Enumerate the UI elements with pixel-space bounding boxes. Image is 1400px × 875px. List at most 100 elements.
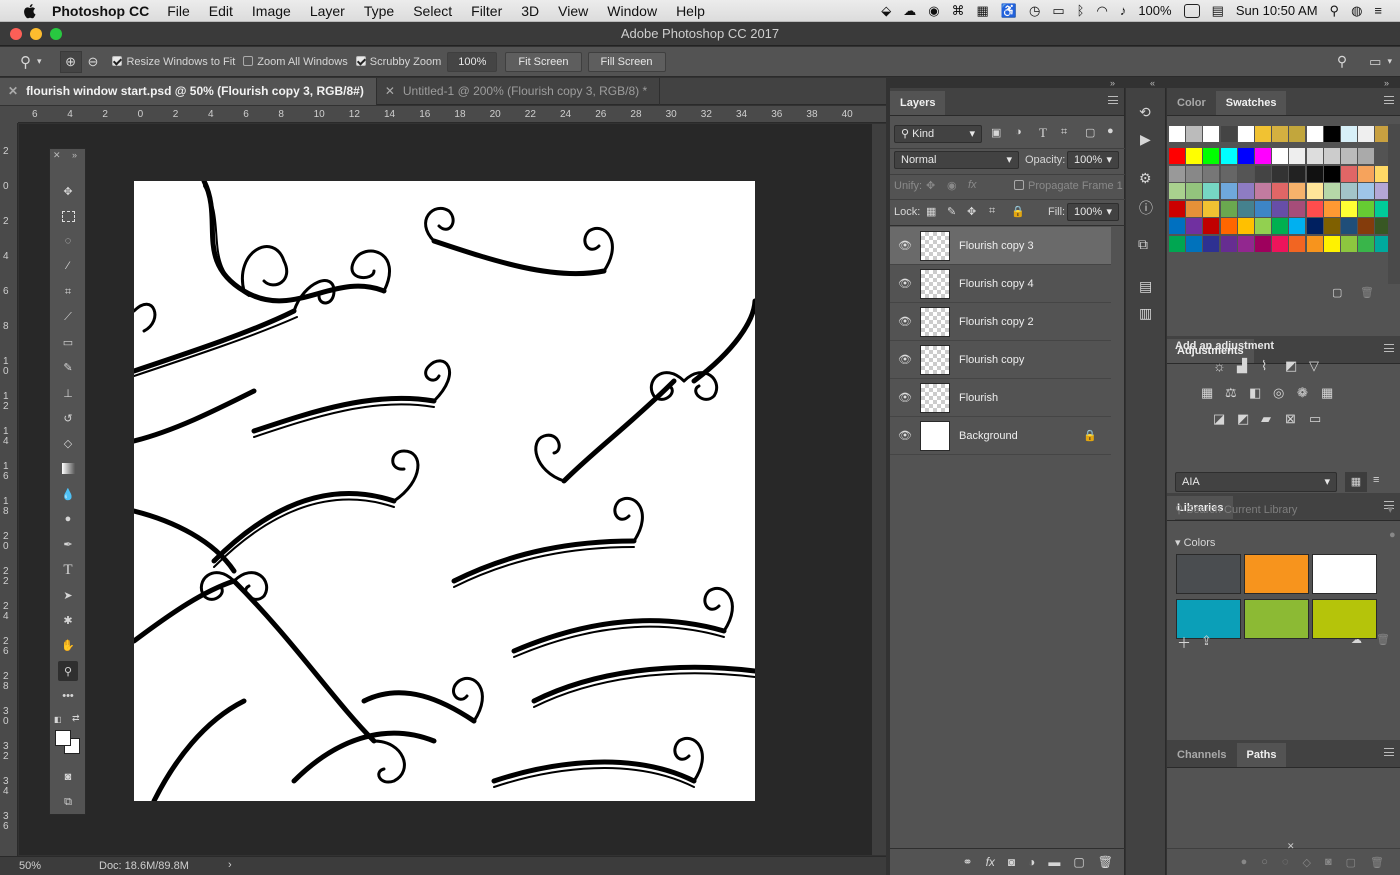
quick-mask-icon[interactable]: ◙ [58, 767, 78, 787]
zoom-all-checkbox[interactable] [243, 55, 254, 66]
layer-row[interactable]: 👁 Background 🔒 [890, 417, 1111, 455]
paragraph-panel-icon[interactable]: ▤ [1139, 278, 1152, 295]
minimize-window-button[interactable] [30, 28, 42, 40]
color-swatch[interactable] [1186, 148, 1203, 164]
invert-icon[interactable]: ◪ [1213, 411, 1225, 427]
layer-name[interactable]: Flourish [959, 392, 998, 404]
color-swatch[interactable] [1220, 126, 1237, 142]
filter-type-icon[interactable]: T [1039, 125, 1047, 141]
history-brush-tool-icon[interactable]: ↺ [58, 408, 78, 428]
move-tool-icon[interactable]: ✥ [58, 181, 78, 201]
custom-shape-tool-icon[interactable]: ✱ [58, 610, 78, 630]
paths-close-icon[interactable]: ✕ [1287, 841, 1295, 852]
color-swatch[interactable] [1169, 148, 1185, 164]
color-swatch[interactable] [1272, 218, 1289, 234]
delete-library-item-icon[interactable]: 🗑 [1376, 633, 1390, 646]
color-swatch[interactable] [1341, 200, 1357, 217]
color-swatch[interactable] [1203, 200, 1220, 217]
workspace-icon[interactable]: ▭ [1369, 54, 1381, 70]
workspace-chevron-icon[interactable]: ▾ [1387, 56, 1392, 67]
new-group-icon[interactable]: ▬ [1048, 855, 1060, 869]
new-layer-icon[interactable]: ▢ [1073, 855, 1084, 869]
menu-filter[interactable]: Filter [471, 3, 502, 19]
screen-mode-icon[interactable]: ⧉ [58, 792, 78, 812]
zoom-tool-preset-icon[interactable]: ⚲ [20, 53, 31, 71]
toolbox-collapse-icon[interactable]: » [72, 150, 77, 160]
color-swatch[interactable] [1220, 218, 1237, 234]
blend-mode-select[interactable]: Normal ▾ [894, 151, 1019, 169]
list-view-icon[interactable]: ≡ [1373, 474, 1379, 486]
battery-icon[interactable] [1183, 3, 1200, 18]
layer-row[interactable]: 👁 Flourish copy 2 [890, 303, 1111, 341]
fill-field[interactable]: 100% ▾ [1067, 203, 1119, 221]
color-swatch[interactable] [1306, 183, 1323, 199]
menu-3d[interactable]: 3D [521, 3, 539, 19]
unify-visibility-icon[interactable]: ◉ [947, 179, 957, 192]
color-swatch[interactable] [1169, 235, 1185, 252]
layer-name[interactable]: Flourish copy 3 [959, 240, 1034, 252]
color-swatch[interactable] [1289, 235, 1306, 252]
eraser-tool-icon[interactable]: ◇ [58, 433, 78, 453]
color-swatch[interactable] [1289, 218, 1306, 234]
accessibility-icon[interactable]: ♿ [1001, 3, 1017, 19]
magic-wand-tool-icon[interactable]: ⁄ [58, 256, 78, 276]
color-swatch[interactable] [1272, 200, 1289, 217]
vibrance-icon[interactable]: ▽ [1309, 358, 1319, 374]
color-swatch[interactable] [1169, 126, 1185, 142]
color-swatch[interactable] [1323, 126, 1340, 142]
zoom-value-field[interactable]: 100% [447, 51, 498, 72]
ruler-corner[interactable] [0, 106, 18, 123]
color-swatch[interactable] [1220, 183, 1237, 199]
airplay-icon[interactable]: ▭ [1052, 3, 1064, 19]
actions-panel-icon[interactable]: ▶ [1140, 131, 1151, 148]
menu-view[interactable]: View [558, 3, 588, 19]
path-selection-tool-icon[interactable]: ➤ [58, 585, 78, 605]
unify-position-icon[interactable]: ✥ [926, 179, 935, 192]
zoom-tool-icon[interactable]: ⚲ [58, 661, 78, 681]
lock-position-icon[interactable]: ✥ [967, 205, 976, 218]
marquee-tool-icon[interactable] [58, 206, 78, 226]
color-swatch[interactable] [1289, 148, 1306, 164]
upload-icon[interactable]: ⇪ [1201, 633, 1212, 649]
lock-all-icon[interactable]: 🔒 [1011, 205, 1025, 218]
visibility-eye-icon[interactable]: 👁 [890, 277, 920, 290]
tab-paths[interactable]: Paths [1236, 743, 1287, 767]
fill-path-icon[interactable]: ● [1241, 856, 1248, 868]
more-tools-icon[interactable]: ••• [58, 686, 78, 706]
color-swatch[interactable] [1358, 126, 1375, 142]
app-name-menu[interactable]: Photoshop CC [52, 3, 149, 19]
wifi-icon[interactable]: ◠ [1096, 3, 1107, 19]
color-swatch[interactable] [1272, 235, 1289, 252]
color-swatch[interactable] [1358, 165, 1375, 182]
levels-icon[interactable]: ▟ [1237, 358, 1247, 374]
menu-layer[interactable]: Layer [310, 3, 345, 19]
color-swatch[interactable] [1341, 165, 1357, 182]
layer-name[interactable]: Flourish copy 2 [959, 316, 1034, 328]
scrubby-zoom-checkbox[interactable] [355, 55, 366, 66]
filter-shape-icon[interactable]: ⌗ [1061, 126, 1067, 139]
menu-select[interactable]: Select [413, 3, 452, 19]
brush-tool-icon[interactable]: ✎ [58, 357, 78, 377]
sync-icon[interactable]: ◉ [928, 3, 939, 19]
creative-cloud-icon[interactable]: ☁ [903, 3, 916, 19]
color-swatch[interactable] [1272, 165, 1289, 182]
selective-color-icon[interactable]: ⊠ [1285, 411, 1296, 427]
color-swatch[interactable] [1237, 148, 1254, 164]
color-swatch[interactable] [1306, 218, 1323, 234]
color-swatch[interactable] [1220, 200, 1237, 217]
collapse-panels-icon[interactable]: » [1110, 78, 1115, 88]
color-swatch[interactable] [1220, 148, 1237, 164]
opacity-field[interactable]: 100% ▾ [1067, 151, 1119, 169]
load-selection-icon[interactable]: ◌ [1282, 856, 1289, 868]
layer-row[interactable]: 👁 Flourish copy 3 [890, 227, 1111, 265]
menu-file[interactable]: File [167, 3, 190, 19]
lasso-tool-icon[interactable]: ◌ [58, 231, 78, 251]
colors-group-header[interactable]: ▾ Colors [1175, 536, 1215, 549]
black-white-icon[interactable]: ◧ [1249, 385, 1261, 401]
make-path-icon[interactable]: ◇ [1303, 856, 1311, 869]
color-swatch[interactable] [1306, 165, 1323, 182]
grid-view-icon[interactable]: ▦ [1345, 472, 1367, 492]
stamp-tool-icon[interactable]: ⊥ [58, 383, 78, 403]
color-swatch[interactable] [1220, 165, 1237, 182]
filter-adjustment-icon[interactable]: ◑ [1015, 126, 1022, 138]
